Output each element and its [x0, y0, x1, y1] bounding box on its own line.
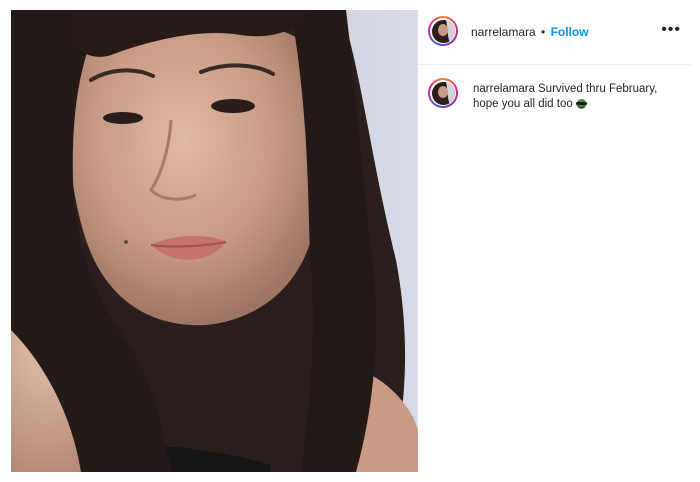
selfie-image	[11, 10, 418, 472]
separator-dot: •	[541, 25, 546, 39]
caption-username[interactable]: narrelamara	[473, 83, 535, 95]
follow-button[interactable]: Follow	[551, 25, 589, 39]
post-photo[interactable]	[11, 10, 418, 472]
post-header: narrelamara • Follow •••	[418, 8, 691, 65]
caption-story-ring[interactable]	[428, 78, 458, 108]
post-sidebar: narrelamara • Follow ••• narrelamara Sur…	[418, 8, 691, 474]
header-user-line: narrelamara • Follow	[471, 24, 589, 40]
more-options-icon[interactable]: •••	[661, 22, 681, 38]
username-link[interactable]: narrelamara	[471, 25, 536, 39]
sunglasses-face-emoji-icon	[575, 98, 588, 114]
caption-avatar	[431, 81, 455, 105]
avatar	[431, 19, 455, 43]
story-ring[interactable]	[428, 16, 458, 46]
caption-text: narrelamara Survived thru February, hope …	[473, 82, 673, 114]
post-window: narrelamara • Follow ••• narrelamara Sur…	[8, 8, 691, 474]
